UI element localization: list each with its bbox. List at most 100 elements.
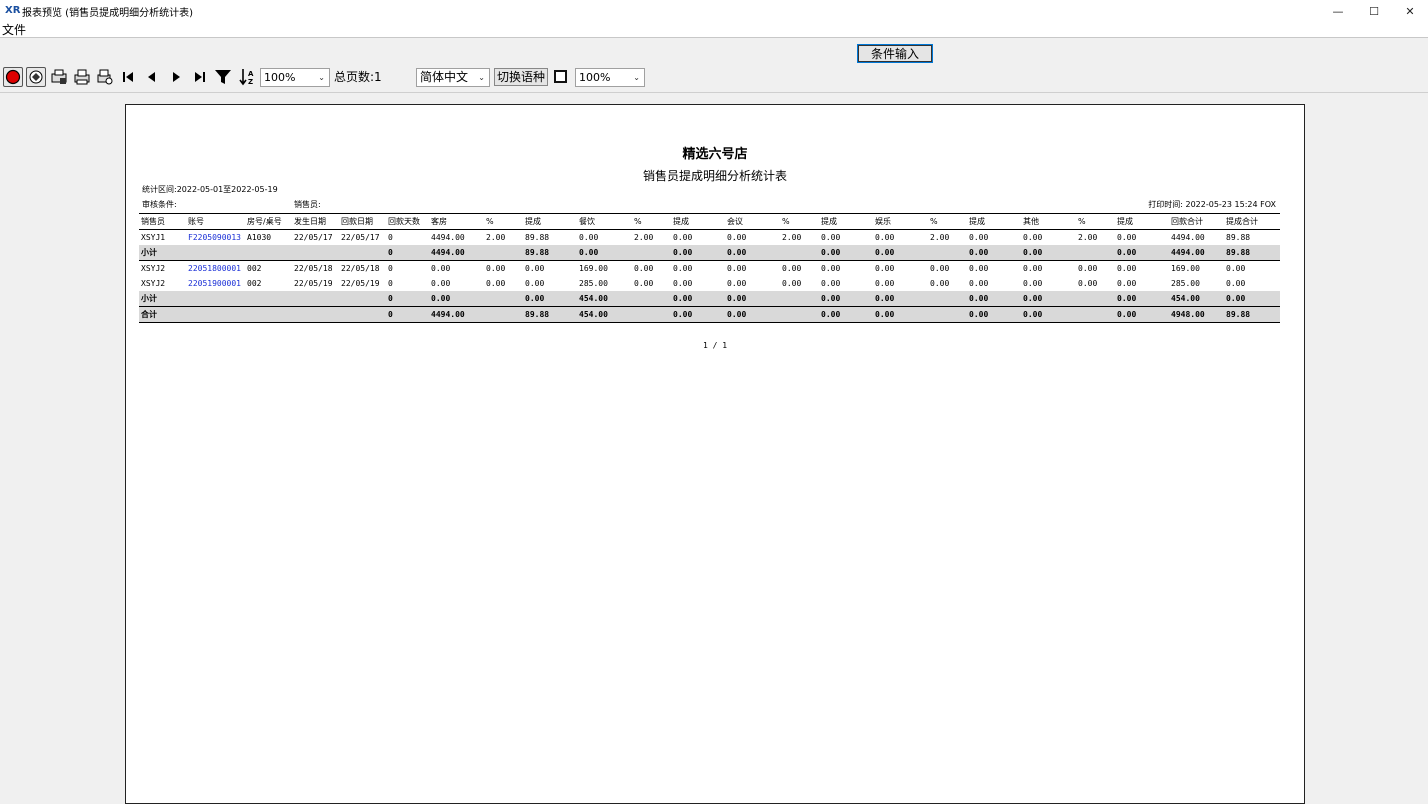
table-cell: 0.00 [671,244,725,261]
next-page-icon [173,72,180,82]
table-cell [292,291,339,307]
table-cell: 2.00 [634,232,654,242]
table-cell: 0.00 [821,278,841,288]
table-cell [484,291,523,307]
table-cell [1076,306,1115,323]
print-preview-icon [97,69,113,85]
table-cell: 0.00 [486,263,506,273]
chevron-down-icon: ⌄ [318,73,325,82]
maximize-button[interactable]: ☐ [1356,0,1392,22]
zoom-select-2[interactable]: 100% ⌄ [575,68,645,87]
sort-button[interactable]: AZ [237,67,257,87]
condition-input-button[interactable]: 条件输入 [857,44,933,63]
printer-icon [74,69,90,85]
window-controls: — ☐ ✕ [1320,0,1428,22]
close-button[interactable]: ✕ [1392,0,1428,22]
column-header: 餐饮 [577,213,632,230]
column-header: % [928,213,967,230]
table-cell [484,306,523,323]
table-row: XSYJ2 22051800001 002 22/05/18 22/05/18 0 0.00… [139,260,1280,276]
account-link[interactable]: 22051800001 [186,260,245,276]
table-cell: 0.00 [727,278,747,288]
page-indicator: 1 / 1 [702,341,728,350]
table-cell: 454.00 [1169,291,1224,307]
table-row: XSYJ2 22051900001 002 22/05/19 22/05/19 0 0.00… [139,276,1280,292]
account-link[interactable]: 22051900001 [186,276,245,292]
table-cell: 0.00 [1023,278,1043,288]
table-cell: 0.00 [673,263,693,273]
table-cell: 0.00 [671,306,725,323]
table-cell: 0.00 [523,291,577,307]
prev-page-icon [148,72,155,82]
last-page-button[interactable] [190,67,210,87]
table-cell: 0.00 [1078,278,1098,288]
table-cell: 0 [386,244,429,261]
period-label: 统计区间:2022-05-01至2022-05-19 [142,185,278,194]
table-cell [928,306,967,323]
table-cell: 2.00 [1078,232,1098,242]
zoom-select[interactable]: 100% ⌄ [260,68,330,87]
table-cell: 89.88 [1224,306,1280,323]
table-cell: 2.00 [486,232,506,242]
record-button[interactable] [3,67,23,87]
table-cell: 0 [388,232,393,242]
table-cell: 169.00 [1171,263,1200,273]
table-cell [339,306,386,323]
table-cell [1076,291,1115,307]
table-cell: 0.00 [1117,263,1137,273]
table-cell: 0.00 [819,291,873,307]
table-cell: 89.88 [1226,232,1251,242]
table-cell: 0.00 [671,291,725,307]
table-cell [780,244,819,261]
table-cell: 小计 [139,291,186,307]
column-header: 销售员 [139,213,186,230]
first-page-button[interactable] [118,67,138,87]
table-cell: 0.00 [1078,263,1098,273]
table-cell [245,244,292,261]
svg-text:A: A [248,70,254,78]
salesman-filter-label: 销售员: [294,200,321,209]
table-cell: 0.00 [969,278,989,288]
export-button[interactable] [26,67,46,87]
last-page-icon [195,72,205,82]
menu-file[interactable]: 文件 [2,22,26,38]
print-preview-button[interactable] [95,67,115,87]
table-cell: 0.00 [1023,232,1043,242]
zoom-value-2: 100% [579,71,611,84]
report-title: 精选六号店 [682,147,748,162]
table-cell [632,244,671,261]
table-cell [186,244,245,261]
column-header: 其他 [1021,213,1076,230]
subtotal-row: 小计 0 0.00 0.00 454.00 0.00 0.00 0.00 0.00 0.00 0.0… [139,291,1280,307]
column-header: % [632,213,671,230]
zoom-value: 100% [264,71,296,84]
language-select[interactable]: 简体中文 ⌄ [416,68,490,87]
prev-page-button[interactable] [142,67,162,87]
table-cell: 0.00 [577,244,632,261]
account-link[interactable]: F2205090013 [186,229,245,245]
print-button[interactable] [72,67,92,87]
switch-language-button[interactable]: 切换语种 [494,68,549,86]
table-body: XSYJ1 F2205090013 A1030 22/05/17 22/05/17 0 44… [139,229,1280,323]
table-cell: 0.00 [782,278,802,288]
language-value: 简体中文 [420,70,469,84]
table-cell: 0.00 [525,278,545,288]
table-cell: 89.88 [523,244,577,261]
table-cell [632,306,671,323]
first-page-icon [123,72,133,82]
print-setup-icon [51,69,67,84]
chevron-down-icon: ⌄ [633,73,640,82]
table-cell: 0.00 [967,244,1021,261]
app-logo-icon: XR [5,5,21,16]
print-setup-button[interactable] [49,67,69,87]
column-header: 娱乐 [873,213,928,230]
minimize-button[interactable]: — [1320,0,1356,22]
checkbox[interactable] [554,70,567,83]
filter-button[interactable] [213,67,233,87]
table-cell: 0.00 [1115,291,1169,307]
table-cell: 0.00 [486,278,506,288]
export-icon [29,70,43,84]
table-cell [292,306,339,323]
table-cell [928,291,967,307]
next-page-button[interactable] [166,67,186,87]
